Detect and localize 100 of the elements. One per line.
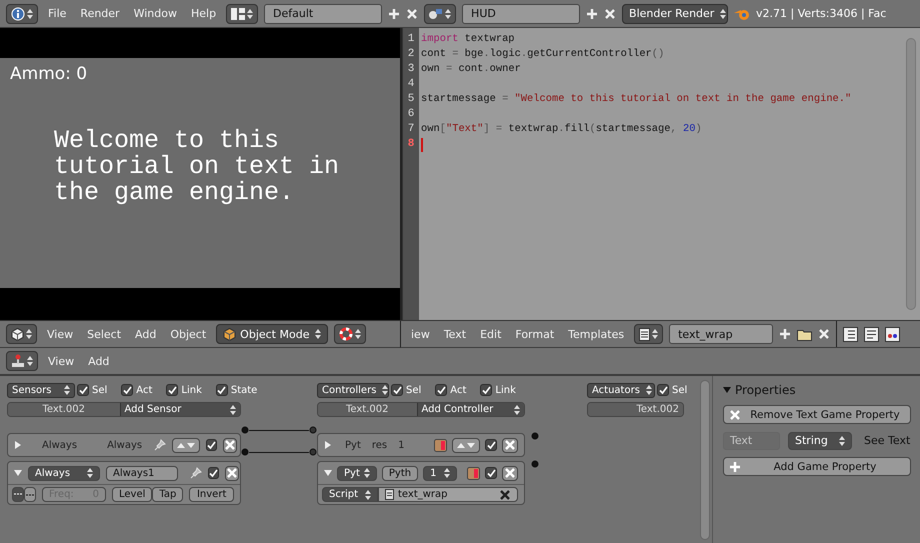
up-down-arrows-icon (364, 468, 370, 478)
socket-icon[interactable] (309, 426, 317, 434)
menu-item[interactable]: Help (186, 7, 220, 20)
socket-icon[interactable] (309, 448, 317, 456)
sensor-name-field[interactable]: Always1 (106, 466, 178, 480)
line-numbers-icon[interactable] (843, 326, 858, 342)
sensor-type-dropdown[interactable]: Always (28, 466, 100, 480)
filter-label: Sel (406, 384, 422, 396)
property-type-dropdown[interactable]: String (788, 432, 852, 450)
controllers-dropdown[interactable]: Controllers (317, 382, 389, 398)
up-down-arrows-icon (444, 468, 450, 478)
add-controller-dropdown[interactable]: Add Controller (416, 403, 524, 416)
toggle-button[interactable]: Invert (189, 487, 234, 502)
document-icon (639, 328, 650, 340)
menu-item[interactable]: View (44, 354, 78, 368)
up-down-arrows-icon (355, 329, 362, 339)
plus-icon[interactable] (779, 328, 792, 340)
menu-item[interactable]: Edit (476, 328, 506, 340)
remove-property-button[interactable]: Remove Text Game Property (723, 405, 911, 424)
controller-state: 1 (398, 440, 405, 450)
scrollbar[interactable] (906, 38, 916, 310)
properties-panel-header[interactable]: Properties (723, 382, 911, 398)
pivot-button[interactable] (334, 324, 366, 344)
word-wrap-icon[interactable] (864, 326, 880, 342)
menu-item[interactable]: Text (440, 328, 470, 340)
scene-selector[interactable] (424, 4, 456, 24)
expanded-triangle-icon[interactable] (14, 469, 22, 477)
editor-type-button[interactable] (6, 324, 37, 344)
close-icon[interactable] (499, 488, 511, 500)
checkbox[interactable] (121, 384, 134, 396)
checkbox[interactable] (166, 384, 178, 396)
layout-selector[interactable] (226, 4, 258, 24)
checkbox[interactable] (77, 384, 89, 396)
up-down-arrows-icon (26, 329, 32, 339)
move-up-down-buttons[interactable] (452, 438, 480, 452)
mode-dropdown[interactable]: Object Mode (216, 324, 328, 344)
checkbox[interactable] (657, 384, 669, 396)
menu-item[interactable]: File (44, 7, 70, 20)
menu-item[interactable]: Render (76, 7, 124, 20)
socket-icon[interactable] (241, 426, 249, 434)
editor-type-button[interactable] (6, 351, 38, 371)
checkbox[interactable] (480, 384, 492, 396)
toggle-button[interactable]: Level (112, 487, 152, 502)
toggle-button[interactable]: Tap (152, 487, 184, 502)
pin-icon[interactable] (154, 439, 166, 451)
checkbox[interactable] (216, 384, 228, 396)
info-editor-button[interactable] (6, 4, 38, 24)
scrollbar[interactable] (700, 380, 710, 540)
scene-field[interactable]: HUD (462, 4, 580, 24)
up-down-arrows-icon (87, 468, 93, 478)
actuators-dropdown[interactable]: Actuators (587, 382, 655, 398)
collapsed-triangle-icon[interactable] (324, 441, 332, 449)
state-icon[interactable] (467, 466, 480, 480)
add-sensor-dropdown[interactable]: Add Sensor (120, 403, 240, 416)
hud-label: Ammo: 0 (10, 64, 88, 84)
folder-icon[interactable] (797, 328, 812, 340)
plus-icon[interactable] (586, 8, 598, 20)
filter-label: Sel (672, 384, 688, 396)
expanded-triangle-icon[interactable] (324, 469, 332, 477)
checkbox[interactable] (485, 439, 497, 451)
text-browse-button[interactable] (634, 324, 664, 344)
scene-statistics: v2.71 | Verts:3406 | Fac (756, 7, 886, 20)
syntax-highlight-icon[interactable] (885, 326, 900, 342)
menu-item[interactable]: Object (166, 328, 210, 340)
script-field[interactable]: text_wrap (378, 487, 518, 502)
checkbox[interactable] (391, 384, 403, 396)
socket-icon[interactable] (531, 432, 539, 440)
controller-name-field[interactable]: Pyth (382, 466, 418, 480)
menu-item[interactable]: Add (84, 354, 114, 368)
script-mode-dropdown[interactable]: Script (322, 487, 378, 502)
menu-item[interactable]: Add (131, 328, 160, 340)
text-name-field[interactable]: text_wrap (669, 324, 774, 344)
menu-item[interactable]: Select (83, 328, 126, 340)
move-up-down-buttons[interactable] (172, 438, 200, 452)
checkbox[interactable] (485, 467, 498, 479)
game-viewport[interactable]: Ammo: 0 Welcome to this tutorial on text in the game engine. (0, 58, 400, 288)
up-down-arrows-icon (27, 8, 33, 18)
render-engine-dropdown[interactable]: Blender Render (622, 4, 728, 24)
pulse-false-button[interactable] (24, 487, 36, 502)
pulse-true-button[interactable] (12, 487, 24, 502)
menu-item[interactable]: iew (407, 328, 434, 340)
checkbox[interactable] (206, 439, 218, 451)
cube-icon (223, 328, 236, 340)
pin-icon[interactable] (190, 467, 202, 479)
controller-type-dropdown[interactable]: Pyt (337, 466, 377, 480)
plus-icon[interactable] (388, 8, 400, 20)
screen-layout-field[interactable]: Default (264, 4, 382, 24)
menu-item[interactable]: Window (130, 7, 181, 20)
checkbox[interactable] (435, 384, 448, 396)
state-dropdown[interactable]: 1 (423, 466, 458, 480)
socket-icon[interactable] (241, 448, 249, 456)
state-icon[interactable] (434, 438, 447, 452)
sensors-dropdown[interactable]: Sensors (7, 382, 75, 398)
add-property-button[interactable]: Add Game Property (723, 457, 911, 476)
checkbox[interactable] (208, 467, 219, 479)
menu-item[interactable]: Templates (564, 328, 628, 340)
menu-item[interactable]: Format (511, 328, 558, 340)
socket-icon[interactable] (531, 460, 539, 468)
menu-item[interactable]: View (43, 328, 78, 340)
collapsed-triangle-icon[interactable] (14, 441, 22, 449)
